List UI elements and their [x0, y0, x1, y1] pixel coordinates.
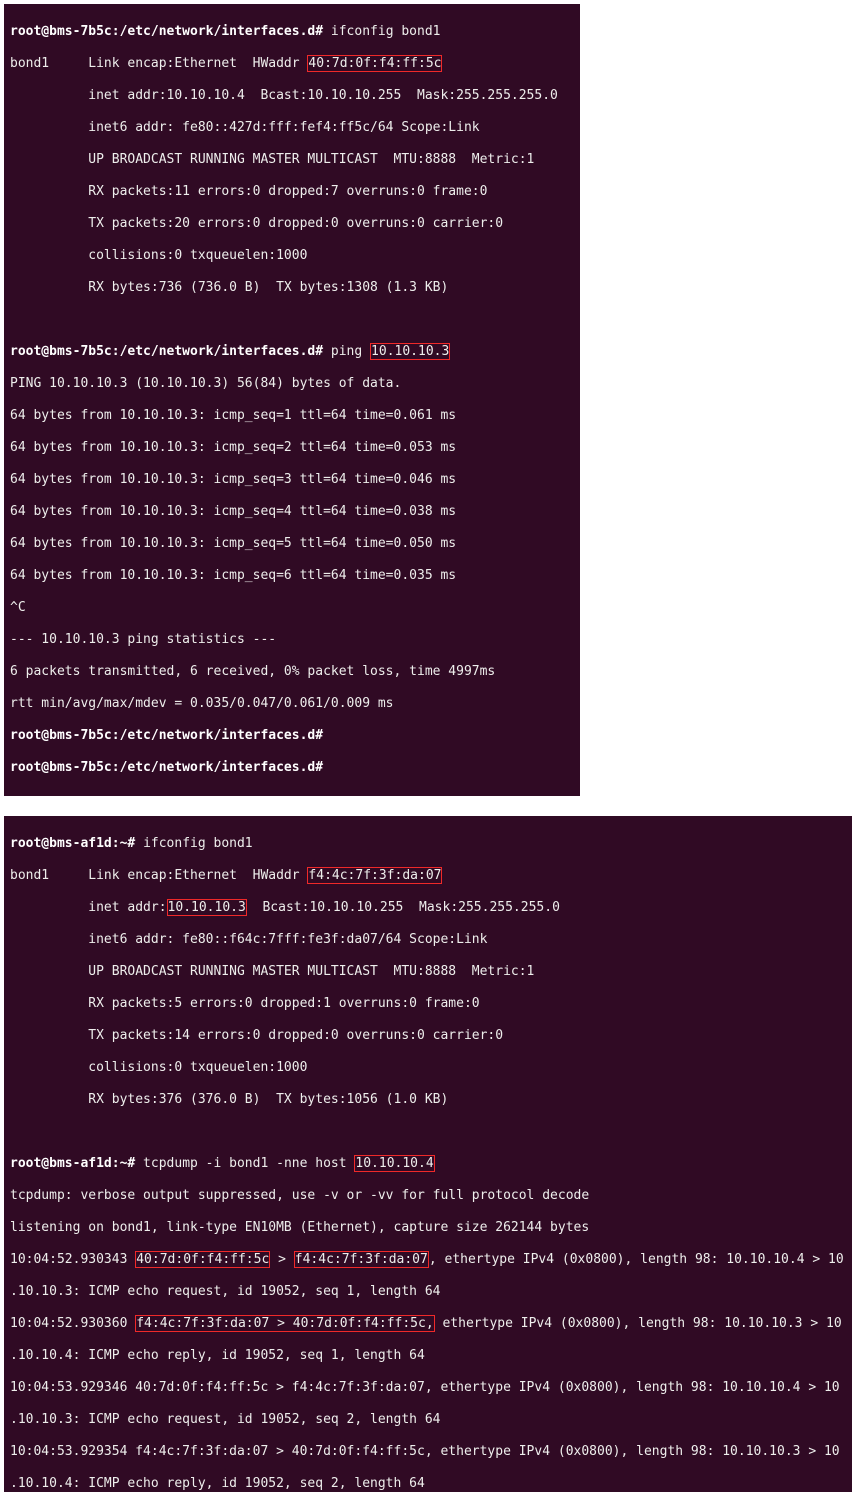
prompt-line: root@bms-7b5c:/etc/network/interfaces.d#: [10, 760, 574, 776]
ifconfig-out: RX packets:5 errors:0 dropped:1 overruns…: [10, 996, 846, 1012]
highlight-mac-dst: f4:4c:7f:3f:da:07: [294, 1251, 429, 1268]
prompt: root@bms-af1d:~#: [10, 836, 135, 851]
terminal-1[interactable]: root@bms-7b5c:/etc/network/interfaces.d#…: [4, 4, 580, 796]
ifconfig-out: bond1 Link encap:Ethernet HWaddr 40:7d:0…: [10, 56, 574, 72]
tcpdump-out: .10.10.3: ICMP echo request, id 19052, s…: [10, 1412, 846, 1428]
tcpdump-out: .10.10.4: ICMP echo reply, id 19052, seq…: [10, 1348, 846, 1364]
ifconfig-out: inet addr:10.10.10.3 Bcast:10.10.10.255 …: [10, 900, 846, 916]
tcpdump-out: 10:04:53.929354 f4:4c:7f:3f:da:07 > 40:7…: [10, 1444, 846, 1460]
ping-out: 64 bytes from 10.10.10.3: icmp_seq=2 ttl…: [10, 440, 574, 456]
ping-stats: --- 10.10.10.3 ping statistics ---: [10, 632, 574, 648]
ping-out: 64 bytes from 10.10.10.3: icmp_seq=1 ttl…: [10, 408, 574, 424]
cmd-line: root@bms-af1d:~# tcpdump -i bond1 -nne h…: [10, 1156, 846, 1172]
ifconfig-out: UP BROADCAST RUNNING MASTER MULTICAST MT…: [10, 152, 574, 168]
highlight-mac-src: 40:7d:0f:f4:ff:5c: [135, 1251, 270, 1268]
cmd-line: root@bms-7b5c:/etc/network/interfaces.d#…: [10, 344, 574, 360]
ctrl-c: ^C: [10, 600, 574, 616]
ifconfig-out: collisions:0 txqueuelen:1000: [10, 1060, 846, 1076]
ping-out: 64 bytes from 10.10.10.3: icmp_seq=6 ttl…: [10, 568, 574, 584]
tcpdump-out: 10:04:53.929346 40:7d:0f:f4:ff:5c > f4:4…: [10, 1380, 846, 1396]
cmd-line: root@bms-7b5c:/etc/network/interfaces.d#…: [10, 24, 574, 40]
tcpdump-out: .10.10.3: ICMP echo request, id 19052, s…: [10, 1284, 846, 1300]
ifconfig-out: inet addr:10.10.10.4 Bcast:10.10.10.255 …: [10, 88, 574, 104]
ifconfig-out: TX packets:14 errors:0 dropped:0 overrun…: [10, 1028, 846, 1044]
ifconfig-out: collisions:0 txqueuelen:1000: [10, 248, 574, 264]
cmd-ifconfig: ifconfig bond1: [143, 836, 253, 851]
tcpdump-out: 10:04:52.930343 40:7d:0f:f4:ff:5c > f4:4…: [10, 1252, 846, 1268]
ifconfig-out: TX packets:20 errors:0 dropped:0 overrun…: [10, 216, 574, 232]
prompt: root@bms-7b5c:/etc/network/interfaces.d#: [10, 24, 323, 39]
tcpdump-out: .10.10.4: ICMP echo reply, id 19052, seq…: [10, 1476, 846, 1492]
cmd-line: root@bms-af1d:~# ifconfig bond1: [10, 836, 846, 852]
highlight-inet-addr: 10.10.10.3: [167, 899, 247, 916]
cmd-ifconfig: ifconfig bond1: [331, 24, 441, 39]
prompt: root@bms-7b5c:/etc/network/interfaces.d#: [10, 728, 323, 743]
prompt: root@bms-7b5c:/etc/network/interfaces.d#: [10, 344, 323, 359]
ifconfig-out: inet6 addr: fe80::427d:fff:fef4:ff5c/64 …: [10, 120, 574, 136]
highlight-hwaddr: f4:4c:7f:3f:da:07: [307, 867, 442, 884]
ifconfig-out: bond1 Link encap:Ethernet HWaddr f4:4c:7…: [10, 868, 846, 884]
ping-out: 64 bytes from 10.10.10.3: icmp_seq=3 ttl…: [10, 472, 574, 488]
ifconfig-out: RX packets:11 errors:0 dropped:7 overrun…: [10, 184, 574, 200]
highlight-host-ip: 10.10.10.4: [354, 1155, 434, 1172]
tcpdump-out: 10:04:52.930360 f4:4c:7f:3f:da:07 > 40:7…: [10, 1316, 846, 1332]
tcpdump-out: listening on bond1, link-type EN10MB (Et…: [10, 1220, 846, 1236]
ifconfig-out: inet6 addr: fe80::f64c:7fff:fe3f:da07/64…: [10, 932, 846, 948]
ifconfig-out: RX bytes:736 (736.0 B) TX bytes:1308 (1.…: [10, 280, 574, 296]
ifconfig-out: RX bytes:376 (376.0 B) TX bytes:1056 (1.…: [10, 1092, 846, 1108]
prompt-line: root@bms-7b5c:/etc/network/interfaces.d#: [10, 728, 574, 744]
prompt: root@bms-7b5c:/etc/network/interfaces.d#: [10, 760, 323, 775]
terminal-2[interactable]: root@bms-af1d:~# ifconfig bond1 bond1 Li…: [4, 816, 852, 1492]
tcpdump-out: tcpdump: verbose output suppressed, use …: [10, 1188, 846, 1204]
ping-out: 64 bytes from 10.10.10.3: icmp_seq=4 ttl…: [10, 504, 574, 520]
highlight-mac-pair: f4:4c:7f:3f:da:07 > 40:7d:0f:f4:ff:5c,: [135, 1315, 434, 1332]
ping-stats: rtt min/avg/max/mdev = 0.035/0.047/0.061…: [10, 696, 574, 712]
highlight-hwaddr: 40:7d:0f:f4:ff:5c: [307, 55, 442, 72]
prompt: root@bms-af1d:~#: [10, 1156, 135, 1171]
ping-out: PING 10.10.10.3 (10.10.10.3) 56(84) byte…: [10, 376, 574, 392]
ifconfig-out: UP BROADCAST RUNNING MASTER MULTICAST MT…: [10, 964, 846, 980]
ping-out: 64 bytes from 10.10.10.3: icmp_seq=5 ttl…: [10, 536, 574, 552]
highlight-ping-ip: 10.10.10.3: [370, 343, 450, 360]
gap: [0, 800, 856, 806]
ping-stats: 6 packets transmitted, 6 received, 0% pa…: [10, 664, 574, 680]
